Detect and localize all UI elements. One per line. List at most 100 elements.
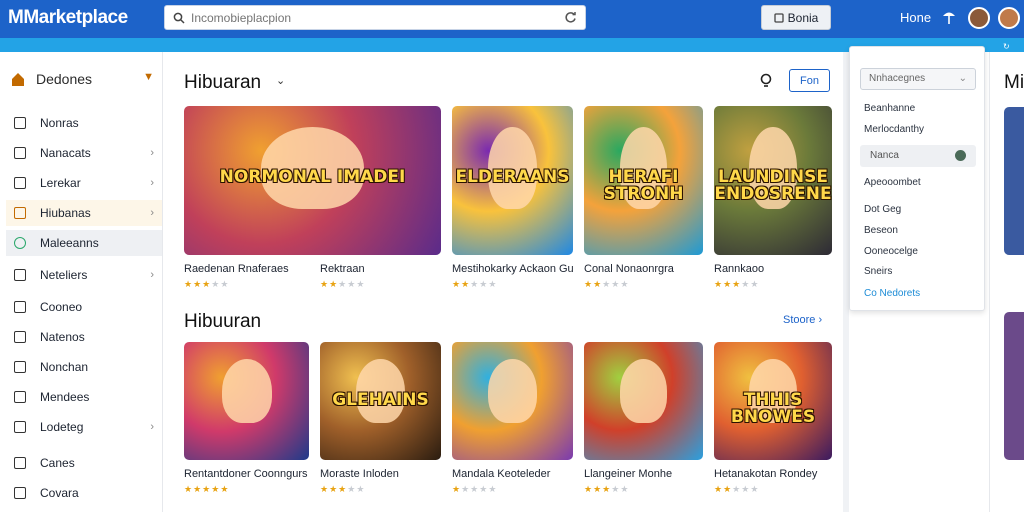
panel-item[interactable]: Dot Geg [864,204,901,215]
app-logo[interactable]: MMarketplace [8,7,128,29]
user-avatar[interactable] [968,7,990,29]
chevron-right-icon: › [150,269,154,281]
star-icon: ★ [461,484,471,494]
panel-item[interactable]: Ooneocelge [864,246,918,257]
star-icon: ★ [184,279,194,289]
rating-stars: ★★★★★ [714,279,832,290]
sidebar-item[interactable]: Covara [6,480,162,506]
app-card[interactable]: Rentantdoner Coonngurs ★★★★★ [184,342,309,495]
app-card-title[interactable]: Llangeiner Monhe [584,468,703,480]
secondary-avatar[interactable] [998,7,1020,29]
star-icon: ★ [338,484,348,494]
thumbnail-caption: ELDERAANS [455,166,570,187]
sidebar-item[interactable]: Natenos [6,324,162,350]
app-thumbnail[interactable]: THHIS BNOWES [714,342,832,460]
panel-footer-link[interactable]: Co Nedorets [864,288,920,299]
chevron-right-icon: › [150,177,154,189]
panel-item[interactable]: Sneirs [864,266,892,277]
chevron-right-icon: › [150,207,154,219]
app-card-title[interactable]: Mestihokarky Ackaon Guiadoly [452,263,573,275]
star-icon: ★ [741,279,751,289]
sidebar-item[interactable]: Lerekar › [6,170,162,196]
section-title-1: Hibuaran [184,72,262,93]
right-strip-thumb[interactable] [1004,107,1024,255]
search-button-icon [773,12,784,23]
app-thumbnail[interactable]: ELDERAANS [452,106,573,255]
app-card[interactable]: Llangeiner Monhe ★★★★★ [584,342,703,495]
app-thumbnail[interactable]: HERAFI STRONH [584,106,703,255]
nav-home-link[interactable]: Hone [900,10,931,25]
sidebar-item-label: Maleeanns [40,236,99,250]
app-thumbnail[interactable] [184,342,309,460]
right-strip-thumb[interactable] [1004,312,1024,460]
star-icon: ★ [220,484,230,494]
sidebar-item[interactable]: Lodeteg › [6,414,162,440]
panel-item-highlighted-label: Nanca [870,150,899,161]
search-button-label: Bonia [787,10,819,25]
sidebar-item-label: Lodeteg [40,420,84,434]
search-bar[interactable] [164,5,586,30]
app-thumbnail[interactable] [584,342,703,460]
app-card[interactable]: THHIS BNOWES Hetanakotan Rondey ★★★★★ [714,342,832,495]
rating-stars: ★★★★★ [452,484,573,495]
section-title-2: Hibuuran [184,311,262,332]
app-card-title[interactable]: Moraste Inloden [320,468,441,480]
sidebar-item-icon [14,331,26,343]
sidebar-header-label: Dedones [36,71,93,87]
app-card-title[interactable]: Conal Nonaonrgra [584,263,703,275]
app-thumbnail[interactable]: LAUNDINSE ENDOSRENE [714,106,832,255]
chevron-right-icon: › [818,314,823,326]
sidebar-item[interactable]: Hiubanas › [6,200,162,226]
refresh-icon[interactable] [564,11,577,24]
panel-select[interactable]: Nnhacegnes ⌄ [860,68,976,90]
rating-stars: ★★★★★ [320,279,440,290]
app-card-title[interactable]: Mandala Keoteleder [452,468,573,480]
app-thumbnail[interactable]: NORMONAL IMADEI [184,106,441,255]
star-icon: ★ [329,279,339,289]
app-card-title[interactable]: Rektraan [320,263,440,275]
star-icon: ★ [202,279,212,289]
chevron-down-icon[interactable]: ⌄ [276,74,285,87]
panel-item[interactable]: Merlocdanthy [864,124,924,135]
search-icon[interactable] [759,72,775,88]
filter-button[interactable]: Fon [789,69,830,92]
star-icon: ★ [202,484,212,494]
app-thumbnail[interactable]: GLEHAINS [320,342,441,460]
search-button[interactable]: Bonia [761,5,831,30]
see-more-link[interactable]: Stoore › [783,314,822,326]
app-card-title[interactable]: Rentantdoner Coonngurs [184,468,309,480]
app-card[interactable]: Rektraan ★★★★★ [320,255,440,290]
star-icon: ★ [602,484,612,494]
sidebar-item[interactable]: Maleeanns [6,230,162,256]
sidebar-item[interactable]: Mendees [6,384,162,410]
sidebar-item[interactable]: Neteliers › [6,262,162,288]
star-icon: ★ [488,279,498,289]
app-card-title[interactable]: Rannkaoo [714,263,832,275]
sidebar-item[interactable]: Nonras [6,110,162,136]
notification-icon[interactable] [938,7,960,29]
app-card[interactable]: GLEHAINS Moraste Inloden ★★★★★ [320,342,441,495]
sidebar-header[interactable]: Dedones ▼ [10,68,160,90]
sidebar-item-label: Covara [40,486,79,500]
app-card[interactable]: HERAFI STRONH Conal Nonaonrgra ★★★★★ [584,106,703,290]
panel-item-highlighted[interactable]: Nanca [860,145,976,167]
app-thumbnail[interactable] [452,342,573,460]
rating-stars: ★★★★★ [452,279,573,290]
panel-item[interactable]: Beseon [864,225,898,236]
app-card[interactable]: LAUNDINSE ENDOSRENE Rannkaoo ★★★★★ [714,106,832,290]
sidebar-item[interactable]: Cooneo [6,294,162,320]
star-icon: ★ [193,484,203,494]
star-icon: ★ [470,484,480,494]
app-card-title[interactable]: Hetanakotan Rondey [714,468,832,480]
star-icon: ★ [750,484,760,494]
panel-item[interactable]: Apeooombet [864,177,921,188]
sidebar-item[interactable]: Nonchan [6,354,162,380]
refresh-small-icon[interactable]: ↻ [1003,42,1013,51]
sidebar-item[interactable]: Nanacats › [6,140,162,166]
sidebar-item[interactable]: Canes [6,450,162,476]
app-card[interactable]: ELDERAANS Mestihokarky Ackaon Guiadoly ★★★… [452,106,573,290]
panel-item[interactable]: Beanhanne [864,103,915,114]
sidebar-item-label: Cooneo [40,300,83,314]
app-card[interactable]: Mandala Keoteleder ★★★★★ [452,342,573,495]
search-input[interactable] [191,10,564,25]
